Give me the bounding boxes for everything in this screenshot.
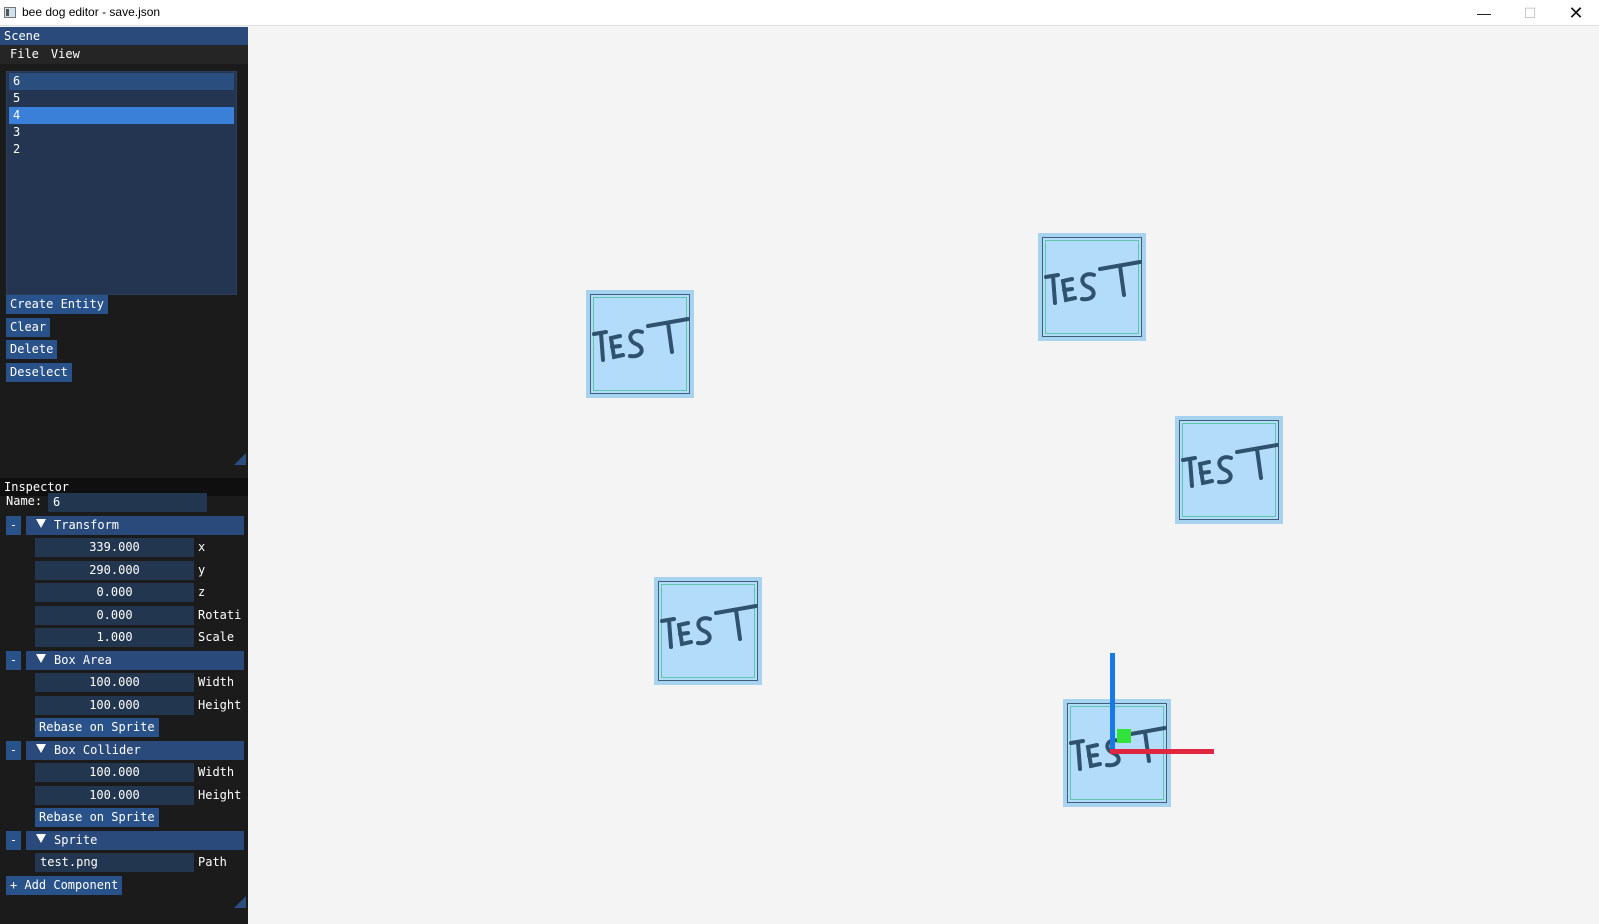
test-sprite-image <box>1181 443 1279 488</box>
box-area-header[interactable]: Box Area <box>26 651 244 670</box>
minimize-button[interactable]: — <box>1461 0 1507 26</box>
box-collider-header[interactable]: Box Collider <box>26 741 244 760</box>
entity-list-item[interactable]: 6 <box>9 73 234 90</box>
box-collider-height-label: Height <box>198 788 242 802</box>
sprite-header[interactable]: Sprite <box>26 831 244 850</box>
entity-sprite[interactable] <box>1175 416 1283 524</box>
maximize-button[interactable]: ☐ <box>1507 0 1553 26</box>
transform-y-input[interactable]: 290.000 <box>35 561 194 580</box>
box-collider-height-input[interactable]: 100.000 <box>35 786 194 805</box>
transform-rotation-input[interactable]: 0.000 <box>35 606 194 625</box>
window-titlebar: bee dog editor - save.json — ☐ ✕ <box>0 0 1599 26</box>
entity-list[interactable]: 6 5 4 3 2 <box>6 71 237 295</box>
sprite-path-label: Path <box>198 855 227 869</box>
transform-scale-input[interactable]: 1.000 <box>35 628 194 647</box>
box-area-height-label: Height <box>198 698 242 712</box>
gizmo-y-axis-handle[interactable] <box>1110 653 1115 751</box>
remove-transform-button[interactable]: - <box>6 516 21 535</box>
app-icon <box>4 7 16 18</box>
entity-sprite[interactable] <box>654 577 762 685</box>
test-sprite-image <box>660 604 758 649</box>
transform-y-label: y <box>198 563 206 577</box>
collapse-triangle-icon <box>36 654 46 663</box>
box-area-width-label: Width <box>198 675 235 689</box>
collapse-triangle-icon <box>36 834 46 843</box>
gizmo-center-handle[interactable] <box>1117 729 1131 743</box>
entity-sprite[interactable] <box>586 290 694 398</box>
collapse-triangle-icon <box>36 519 46 528</box>
sprite-path-input[interactable]: test.png <box>35 853 194 872</box>
name-input[interactable]: 6 <box>48 493 207 512</box>
add-component-button[interactable]: + Add Component <box>6 876 123 895</box>
scene-panel-title[interactable]: Scene <box>0 27 248 45</box>
delete-button[interactable]: Delete <box>6 340 58 359</box>
create-entity-button[interactable]: Create Entity <box>6 295 108 314</box>
entity-list-item[interactable]: 5 <box>9 90 234 107</box>
name-label: Name: <box>6 494 43 508</box>
transform-header[interactable]: Transform <box>26 516 244 535</box>
scene-resize-grip[interactable] <box>234 453 246 465</box>
gizmo-x-axis-handle[interactable] <box>1110 749 1214 754</box>
transform-x-input[interactable]: 339.000 <box>35 538 194 557</box>
box-area-header-label: Box Area <box>54 653 112 667</box>
menu-view[interactable]: View <box>45 45 86 64</box>
box-collider-width-label: Width <box>198 765 235 779</box>
remove-box-collider-button[interactable]: - <box>6 741 21 760</box>
box-collider-width-input[interactable]: 100.000 <box>35 763 194 782</box>
inspector-resize-grip[interactable] <box>234 896 246 908</box>
collapse-triangle-icon <box>36 744 46 753</box>
box-area-width-input[interactable]: 100.000 <box>35 673 194 692</box>
test-sprite-image <box>592 317 690 362</box>
transform-x-label: x <box>198 540 206 554</box>
remove-sprite-button[interactable]: - <box>6 831 21 850</box>
scene-viewport[interactable] <box>248 27 1599 924</box>
transform-z-input[interactable]: 0.000 <box>35 583 194 602</box>
close-button[interactable]: ✕ <box>1553 0 1599 26</box>
deselect-button[interactable]: Deselect <box>6 363 72 382</box>
box-area-height-input[interactable]: 100.000 <box>35 696 194 715</box>
box-area-rebase-button[interactable]: Rebase on Sprite <box>35 718 159 737</box>
scene-panel: Scene File View 6 5 4 3 2 Create Entity … <box>0 27 248 478</box>
box-collider-header-label: Box Collider <box>54 743 141 757</box>
transform-rotation-label: Rotati <box>198 608 242 622</box>
transform-z-label: z <box>198 585 206 599</box>
remove-box-area-button[interactable]: - <box>6 651 21 670</box>
clear-button[interactable]: Clear <box>6 318 51 337</box>
inspector-panel: Inspector Name: 6 - Transform 339.000 x … <box>0 478 248 924</box>
test-sprite-image <box>1044 260 1142 305</box>
entity-list-item-selected[interactable]: 4 <box>9 107 234 124</box>
entity-list-item[interactable]: 2 <box>9 141 234 158</box>
window-title: bee dog editor - save.json <box>22 5 161 19</box>
sprite-header-label: Sprite <box>54 833 98 847</box>
box-collider-rebase-button[interactable]: Rebase on Sprite <box>35 808 159 827</box>
entity-sprite[interactable] <box>1038 233 1146 341</box>
entity-list-item[interactable]: 3 <box>9 124 234 141</box>
scene-menubar: File View <box>0 45 248 64</box>
menu-file[interactable]: File <box>4 45 45 64</box>
transform-header-label: Transform <box>54 518 120 532</box>
transform-scale-label: Scale <box>198 630 235 644</box>
